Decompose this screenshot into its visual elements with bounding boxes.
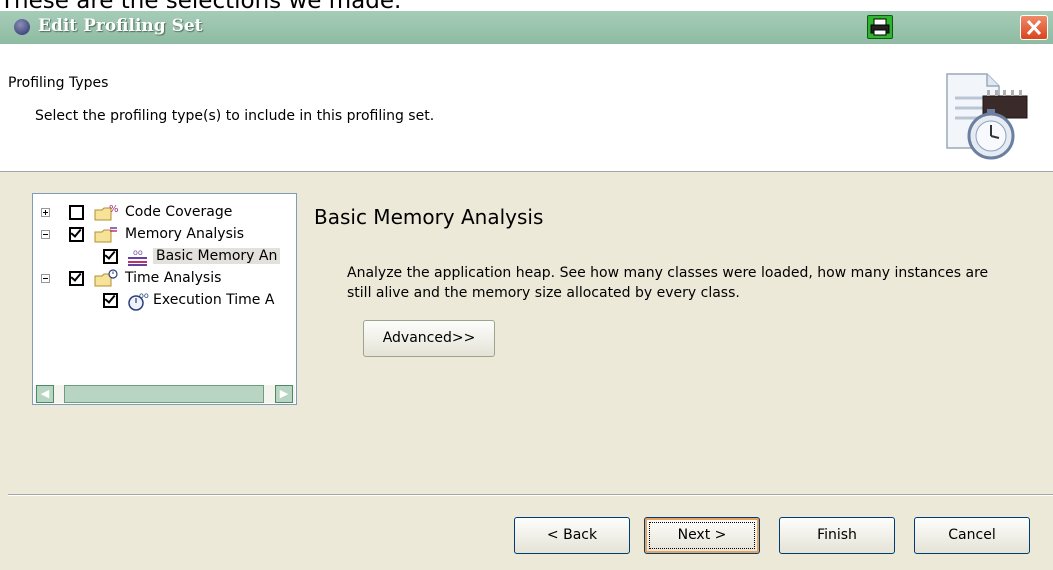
folder-coverage-icon: %: [94, 204, 119, 221]
profiling-banner-icon: [946, 73, 1028, 160]
tree-item-label: Code Coverage: [125, 204, 233, 220]
svg-text:oo: oo: [133, 248, 143, 257]
close-button[interactable]: [1020, 15, 1048, 40]
time-analysis-checkbox[interactable]: [69, 271, 84, 286]
svg-text:oo: oo: [139, 291, 149, 300]
expand-icon[interactable]: [41, 208, 50, 217]
print-button[interactable]: [867, 15, 893, 39]
detail-title: Basic Memory Analysis: [314, 205, 544, 229]
execution-time-checkbox[interactable]: [103, 293, 118, 308]
memory-analysis-checkbox[interactable]: [69, 227, 84, 242]
svg-text:%: %: [109, 204, 119, 215]
tree-item-label: Time Analysis: [125, 270, 222, 286]
wizard-header: Profiling Types Select the profiling typ…: [0, 44, 1053, 172]
tree-item-basic-memory-analysis[interactable]: oo Basic Memory An: [33, 247, 296, 267]
collapse-icon[interactable]: [41, 230, 50, 239]
scroll-left-button[interactable]: ◀: [36, 385, 54, 403]
folder-time-icon: [94, 269, 118, 287]
tree-item-label: Execution Time A: [153, 292, 275, 308]
code-coverage-checkbox[interactable]: [69, 205, 84, 220]
next-button[interactable]: Next >: [644, 517, 760, 554]
memory-analysis-icon: oo: [128, 248, 147, 266]
header-description: Select the profiling type(s) to include …: [35, 108, 435, 124]
tree-item-label: Basic Memory An: [153, 248, 281, 264]
collapse-icon[interactable]: [41, 274, 50, 283]
edit-profiling-set-dialog: Edit Profiling Set Profiling Types Selec…: [0, 11, 1053, 570]
scroll-right-button[interactable]: ▶: [275, 385, 293, 403]
scroll-thumb[interactable]: [64, 385, 264, 403]
focus-ring: [649, 522, 755, 549]
basic-memory-checkbox[interactable]: [103, 249, 118, 264]
eclipse-icon: [14, 19, 30, 35]
tree-horizontal-scrollbar[interactable]: ◀ ▶: [34, 385, 295, 403]
title-bar[interactable]: Edit Profiling Set: [0, 11, 1053, 44]
window-title: Edit Profiling Set: [38, 16, 203, 36]
header-title: Profiling Types: [8, 75, 109, 91]
tree-item-label: Memory Analysis: [125, 226, 245, 242]
back-button[interactable]: < Back: [514, 517, 630, 554]
finish-button[interactable]: Finish: [779, 517, 895, 554]
cancel-button[interactable]: Cancel: [914, 517, 1030, 554]
profiling-type-tree[interactable]: % Code Coverage Memory Analysis oo Basic…: [32, 193, 297, 405]
detail-description: Analyze the application heap. See how ma…: [347, 265, 989, 301]
printer-icon: [870, 18, 890, 36]
close-icon: [1026, 19, 1042, 36]
folder-memory-icon: [94, 227, 117, 243]
execution-time-icon: oo: [128, 291, 149, 311]
footer-separator: [8, 494, 1053, 496]
advanced-button[interactable]: Advanced>>: [363, 320, 495, 357]
